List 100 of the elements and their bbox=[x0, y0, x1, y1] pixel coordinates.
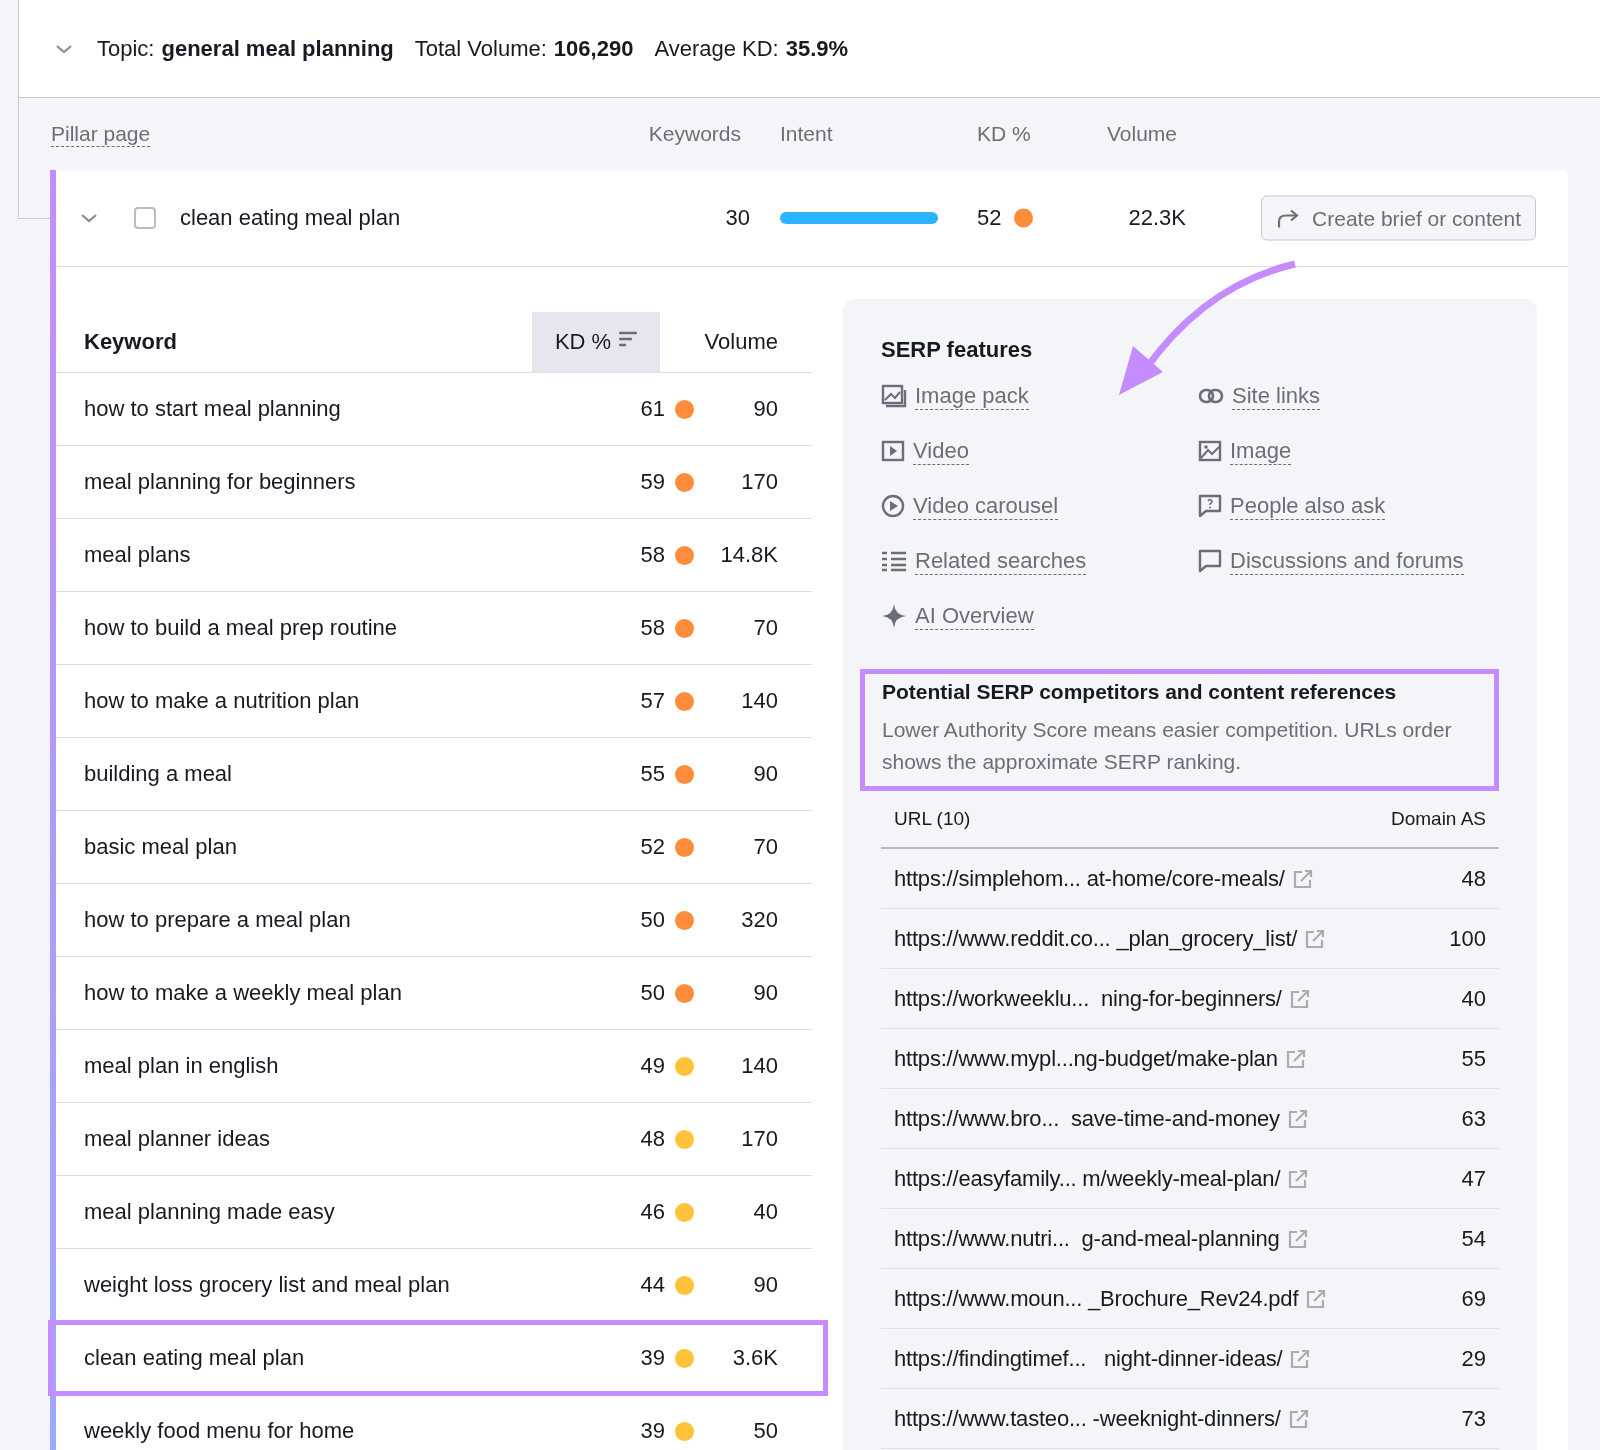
image-icon bbox=[1198, 440, 1222, 462]
play-box-icon bbox=[881, 440, 905, 462]
column-header[interactable]: Keyword bbox=[56, 312, 532, 372]
column-header: Volume bbox=[1107, 122, 1178, 146]
volume-value: 90 bbox=[752, 761, 779, 787]
external-link-icon[interactable] bbox=[1287, 1108, 1308, 1129]
kd-value: 58 bbox=[639, 542, 665, 568]
keyword-cell-text: how to make a nutrition plan bbox=[83, 688, 361, 714]
external-link-icon[interactable] bbox=[1288, 1408, 1309, 1429]
kd-value: 48 bbox=[639, 1126, 665, 1152]
volume-value: 170 bbox=[740, 469, 779, 495]
domain-as-value: 48 bbox=[1460, 865, 1486, 892]
serp-feature-link[interactable]: Image pack bbox=[915, 382, 1029, 410]
external-link-icon[interactable] bbox=[1292, 868, 1313, 889]
keywords-count: 30 bbox=[725, 205, 750, 231]
keyword-cell-text: weekly food menu for home bbox=[83, 1418, 356, 1444]
kd-value: 52 bbox=[977, 205, 1002, 231]
list-icon bbox=[881, 550, 907, 572]
volume-value: 320 bbox=[740, 907, 779, 933]
keyword-cell-text: basic meal plan bbox=[83, 834, 238, 860]
kd-value: 39 bbox=[639, 1418, 665, 1444]
kd-value: 49 bbox=[639, 1053, 665, 1079]
external-link-icon[interactable] bbox=[1306, 1288, 1327, 1309]
keyword-cell-text: building a meal bbox=[83, 761, 233, 787]
keyword-cell-text: how to start meal planning bbox=[83, 396, 342, 422]
volume-value: 70 bbox=[752, 834, 779, 860]
chevron-down-icon[interactable] bbox=[55, 42, 73, 55]
external-link-icon[interactable] bbox=[1285, 1048, 1306, 1069]
url-link[interactable]: https://workweeklu... ning-for-beginners/ bbox=[894, 985, 1282, 1012]
volume-value: 140 bbox=[740, 1053, 779, 1079]
kd-value: 39 bbox=[639, 1345, 665, 1371]
url-link[interactable]: https://www.nutri... g-and-meal-planning bbox=[894, 1225, 1280, 1252]
average-kd-value: 35.9% bbox=[785, 35, 849, 62]
column-header: Intent bbox=[780, 122, 833, 146]
column-header[interactable]: Volume bbox=[660, 312, 812, 372]
external-link-icon[interactable] bbox=[1289, 988, 1310, 1009]
url-link[interactable]: https://findingtimef... night-dinner-ideas/ bbox=[894, 1345, 1283, 1372]
volume-value: 90 bbox=[752, 396, 779, 422]
external-link-icon[interactable] bbox=[1290, 1348, 1311, 1369]
serp-feature-link[interactable]: People also ask bbox=[1230, 492, 1386, 520]
pillar-page-link[interactable]: Pillar page bbox=[51, 122, 151, 147]
serp-feature-link[interactable]: Image bbox=[1230, 437, 1292, 465]
serp-feature-link[interactable]: AI Overview bbox=[915, 602, 1034, 630]
sort-icon bbox=[619, 331, 638, 347]
kd-value: 61 bbox=[639, 396, 665, 422]
volume-value: 70 bbox=[752, 615, 779, 641]
question-bubble-icon bbox=[1198, 494, 1222, 518]
kd-value: 46 bbox=[639, 1199, 665, 1225]
external-link-icon[interactable] bbox=[1305, 928, 1326, 949]
domain-as-value: 55 bbox=[1460, 1045, 1486, 1072]
volume-value: 50 bbox=[752, 1418, 779, 1444]
play-circle-icon bbox=[881, 494, 905, 518]
keyword-cell-text: clean eating meal plan bbox=[83, 1345, 306, 1371]
url-link[interactable]: https://www.reddit.co... _plan_grocery_list/ bbox=[894, 925, 1298, 952]
section-title: SERP features bbox=[880, 337, 1034, 363]
domain-as-value: 63 bbox=[1460, 1105, 1486, 1132]
url-link[interactable]: https://www.bro... save-time-and-money bbox=[894, 1105, 1280, 1132]
domain-as-value: 40 bbox=[1460, 985, 1486, 1012]
speech-bubble-icon bbox=[1198, 549, 1222, 573]
column-header: Domain AS bbox=[1390, 808, 1486, 830]
column-header: Keywords bbox=[648, 122, 741, 146]
url-link[interactable]: https://www.mypl...ng-budget/make-plan bbox=[894, 1045, 1278, 1072]
volume-value: 22.3K bbox=[1128, 205, 1186, 231]
sparkle-icon bbox=[881, 603, 907, 629]
keyword-cell-text: how to make a weekly meal plan bbox=[83, 980, 403, 1006]
create-brief-button[interactable]: Create brief or content bbox=[1261, 195, 1536, 241]
kd-value: 59 bbox=[639, 469, 665, 495]
topic-label: Topic: bbox=[97, 35, 155, 62]
serp-feature-link[interactable]: Site links bbox=[1232, 382, 1321, 410]
serp-feature-link[interactable]: Video carousel bbox=[913, 492, 1059, 520]
serp-feature-link[interactable]: Related searches bbox=[915, 547, 1087, 575]
volume-value: 3.6K bbox=[731, 1345, 779, 1371]
external-link-icon[interactable] bbox=[1288, 1168, 1309, 1189]
url-link[interactable]: https://simplehom... at-home/core-meals/ bbox=[894, 865, 1285, 892]
keyword-cell-text: meal planning for beginners bbox=[83, 469, 357, 495]
url-link[interactable]: https://www.moun... _Brochure_Rev24.pdf bbox=[894, 1285, 1299, 1312]
volume-value: 170 bbox=[740, 1126, 779, 1152]
kd-value: 57 bbox=[639, 688, 665, 714]
keyword-cell-text: meal plans bbox=[83, 542, 192, 568]
domain-as-value: 73 bbox=[1460, 1405, 1486, 1432]
external-link-icon[interactable] bbox=[1287, 1228, 1308, 1249]
keyword-cell-text: how to build a meal prep routine bbox=[83, 615, 399, 641]
description-text: Lower Authority Score means easier competition. URLs order shows the approximate SERP ranking. bbox=[882, 717, 1453, 775]
chevron-down-icon[interactable] bbox=[80, 212, 98, 224]
kd-value: 52 bbox=[639, 834, 665, 860]
volume-value: 40 bbox=[752, 1199, 779, 1225]
serp-feature-link[interactable]: Discussions and forums bbox=[1230, 547, 1464, 575]
total-volume-label: Total Volume: bbox=[414, 35, 547, 62]
checkbox[interactable] bbox=[134, 207, 156, 229]
url-link[interactable]: https://www.tasteo... -weeknight-dinners/ bbox=[894, 1405, 1281, 1432]
keyword-cell-text: meal plan in english bbox=[83, 1053, 280, 1079]
volume-value: 90 bbox=[752, 1272, 779, 1298]
volume-value: 90 bbox=[752, 980, 779, 1006]
url-link[interactable]: https://easyfamily... m/weekly-meal-plan/ bbox=[894, 1165, 1281, 1192]
volume-value: 140 bbox=[740, 688, 779, 714]
column-header[interactable]: KD % bbox=[532, 312, 660, 372]
link-icon bbox=[1198, 387, 1224, 405]
domain-as-value: 100 bbox=[1448, 925, 1486, 952]
serp-feature-link[interactable]: Video bbox=[913, 437, 969, 465]
domain-as-value: 47 bbox=[1460, 1165, 1486, 1192]
